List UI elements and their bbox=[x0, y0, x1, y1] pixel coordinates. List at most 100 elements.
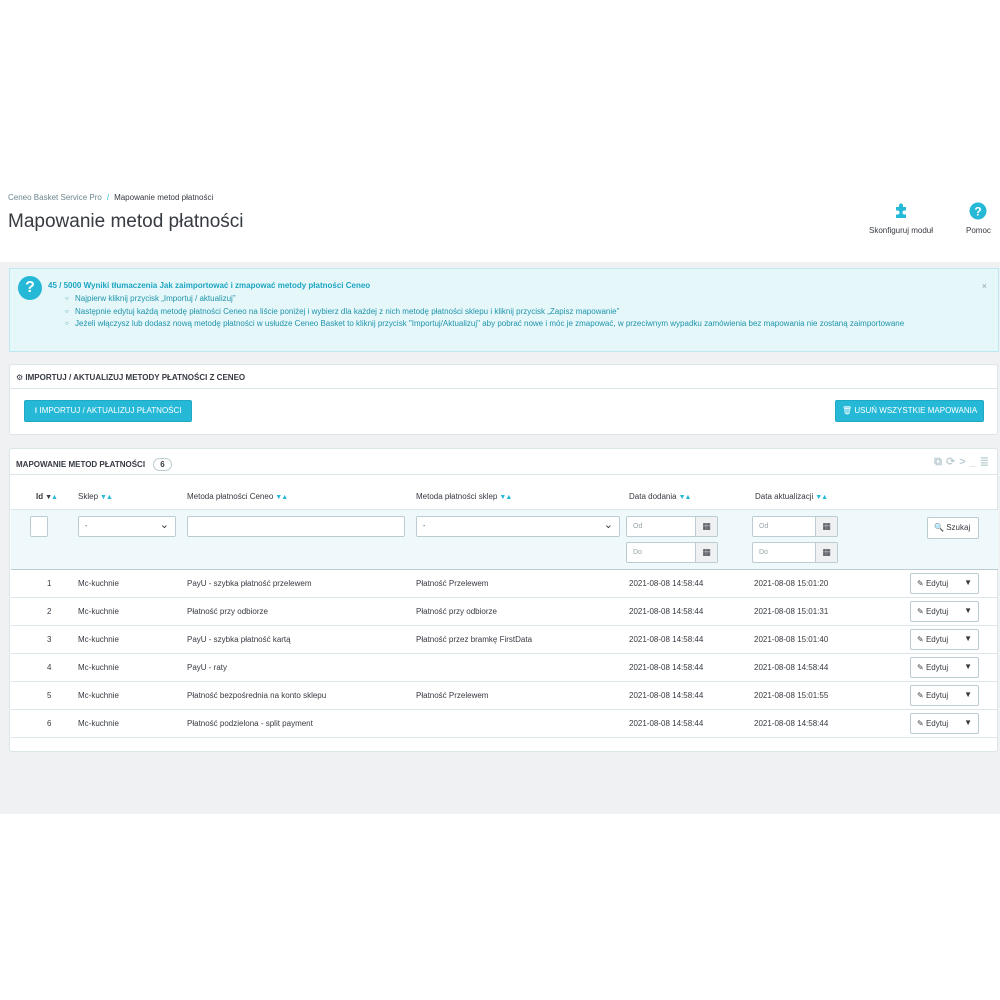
cell-id: 2 bbox=[47, 607, 52, 616]
calendar-icon[interactable]: ▦ bbox=[695, 543, 717, 562]
pencil-icon: ✎ bbox=[917, 663, 924, 672]
edit-button[interactable]: ✎ Edytuj ▼ bbox=[910, 713, 979, 734]
database-icon[interactable]: ≣ bbox=[980, 456, 993, 468]
trash-icon: 🗑 bbox=[842, 406, 853, 415]
caret-down-icon[interactable]: ▼ bbox=[964, 690, 972, 699]
table-row: 3 Mc-kuchnie PayU - szybka płatność kart… bbox=[11, 626, 998, 654]
date-updated-from-input[interactable]: Od ▦ bbox=[752, 516, 838, 537]
alert-item: Jeżeli włączysz lub dodasz nową metodę p… bbox=[65, 318, 970, 331]
cell-shop: Mc-kuchnie bbox=[78, 663, 119, 672]
mapping-panel: MAPOWANIE METOD PŁATNOŚCI 6 ⧉⟳>_≣ Id ▼▲ S… bbox=[9, 448, 998, 752]
caret-down-icon[interactable]: ▼ bbox=[964, 718, 972, 727]
delete-all-mappings-button[interactable]: 🗑 USUŃ WSZYSTKIE MAPOWANIA bbox=[835, 400, 984, 422]
shop-filter-select[interactable]: - bbox=[78, 516, 176, 537]
shop-method-filter-select[interactable]: - bbox=[416, 516, 620, 537]
caret-down-icon[interactable]: ▼ bbox=[964, 634, 972, 643]
calendar-icon[interactable]: ▦ bbox=[815, 543, 837, 562]
cell-date-added: 2021-08-08 14:58:44 bbox=[629, 635, 704, 644]
date-updated-to-input[interactable]: Do ▦ bbox=[752, 542, 838, 563]
table-row: 6 Mc-kuchnie Płatność podzielona - split… bbox=[11, 710, 998, 738]
edit-button[interactable]: ✎ Edytuj ▼ bbox=[910, 601, 979, 622]
caret-down-icon[interactable]: ▼ bbox=[964, 662, 972, 671]
question-circle-icon: ? bbox=[969, 202, 987, 220]
cell-date-updated: 2021-08-08 14:58:44 bbox=[754, 719, 829, 728]
date-added-from-input[interactable]: Od ▦ bbox=[626, 516, 718, 537]
question-circle-icon: ? bbox=[18, 276, 42, 300]
svg-text:?: ? bbox=[975, 205, 982, 219]
column-header-shop[interactable]: Sklep ▼▲ bbox=[78, 492, 113, 501]
import-button-label: IMPORTUJ / AKTUALIZUJ PŁATNOŚCI bbox=[39, 406, 182, 415]
cell-id: 3 bbox=[47, 635, 52, 644]
search-icon: 🔍 bbox=[934, 523, 944, 532]
pencil-icon: ✎ bbox=[917, 691, 924, 700]
configure-module-button[interactable]: Skonfiguruj moduł bbox=[869, 202, 933, 235]
configure-module-label: Skonfiguruj moduł bbox=[869, 226, 934, 235]
column-header-shop-method[interactable]: Metoda płatności sklep ▼▲ bbox=[416, 492, 512, 501]
caret-down-icon[interactable]: ▼ bbox=[964, 606, 972, 615]
filter-row: - - Od▦ Do▦ Od▦ Do▦ 🔍 Szukaj bbox=[11, 509, 998, 570]
search-button[interactable]: 🔍 Szukaj bbox=[927, 517, 979, 539]
breadcrumb: Ceneo Basket Service Pro / Mapowanie metod… bbox=[8, 193, 213, 202]
column-header-ceneo-method[interactable]: Metoda płatności Ceneo ▼▲ bbox=[187, 492, 288, 501]
cell-shop-method: Płatność Przelewem bbox=[416, 691, 489, 700]
count-badge: 6 bbox=[153, 458, 172, 471]
puzzle-icon bbox=[896, 203, 907, 218]
cell-date-added: 2021-08-08 14:58:44 bbox=[629, 663, 704, 672]
breadcrumb-current: Mapowanie metod płatności bbox=[114, 193, 214, 202]
cell-shop: Mc-kuchnie bbox=[78, 579, 119, 588]
cell-date-added: 2021-08-08 14:58:44 bbox=[629, 719, 704, 728]
table-row: 1 Mc-kuchnie PayU - szybka płatność prze… bbox=[11, 570, 998, 598]
cell-shop: Mc-kuchnie bbox=[78, 607, 119, 616]
cell-ceneo-method: Płatność podzielona - split payment bbox=[187, 719, 313, 728]
ceneo-method-filter-input[interactable] bbox=[187, 516, 405, 537]
import-update-button[interactable]: ⭱ IMPORTUJ / AKTUALIZUJ PŁATNOŚCI bbox=[24, 400, 192, 422]
cell-id: 5 bbox=[47, 691, 52, 700]
cell-date-updated: 2021-08-08 15:01:40 bbox=[754, 635, 829, 644]
caret-down-icon[interactable]: ▼ bbox=[964, 578, 972, 587]
column-header-date-added[interactable]: Data dodania ▼▲ bbox=[629, 492, 691, 501]
cell-shop-method: Płatność przy odbiorze bbox=[416, 607, 497, 616]
export-icon[interactable]: ⧉ bbox=[934, 456, 946, 468]
panel-tools: ⧉⟳>_≣ bbox=[934, 455, 993, 469]
pencil-icon: ✎ bbox=[917, 579, 924, 588]
cell-id: 4 bbox=[47, 663, 52, 672]
cell-date-updated: 2021-08-08 14:58:44 bbox=[754, 663, 829, 672]
refresh-icon[interactable]: ⟳ bbox=[946, 456, 959, 468]
edit-button[interactable]: ✎ Edytuj ▼ bbox=[910, 685, 979, 706]
close-icon[interactable]: × bbox=[982, 281, 987, 291]
pencil-icon: ✎ bbox=[917, 719, 924, 728]
cogs-icon: ⚙ bbox=[16, 373, 24, 382]
breadcrumb-separator: / bbox=[106, 193, 110, 202]
cell-date-added: 2021-08-08 14:58:44 bbox=[629, 691, 704, 700]
edit-button[interactable]: ✎ Edytuj ▼ bbox=[910, 629, 979, 650]
calendar-icon[interactable]: ▦ bbox=[695, 517, 717, 536]
column-header-id[interactable]: Id ▼▲ bbox=[36, 492, 58, 501]
page-title: Mapowanie metod płatności bbox=[8, 211, 244, 232]
info-alert: ? × 45 / 5000 Wyniki tłumaczenia Jak zai… bbox=[9, 268, 999, 352]
cell-id: 6 bbox=[47, 719, 52, 728]
help-button[interactable]: ? Pomoc bbox=[966, 202, 991, 235]
delete-button-label: USUŃ WSZYSTKIE MAPOWANIA bbox=[854, 406, 978, 415]
cell-ceneo-method: Płatność bezpośrednia na konto sklepu bbox=[187, 691, 327, 700]
upload-icon: ⭱ bbox=[34, 406, 38, 415]
alert-item: Najpierw kliknij przycisk „Importuj / ak… bbox=[65, 293, 970, 306]
edit-button[interactable]: ✎ Edytuj ▼ bbox=[910, 657, 979, 678]
edit-button[interactable]: ✎ Edytuj ▼ bbox=[910, 573, 979, 594]
alert-list: Najpierw kliknij przycisk „Importuj / ak… bbox=[65, 293, 970, 331]
cell-shop: Mc-kuchnie bbox=[78, 691, 119, 700]
cell-shop-method: Płatność przez bramkę FirstData bbox=[416, 635, 533, 644]
sql-icon[interactable]: >_ bbox=[959, 456, 980, 468]
calendar-icon[interactable]: ▦ bbox=[815, 517, 837, 536]
cell-shop-method: Płatność Przelewem bbox=[416, 579, 489, 588]
cell-date-updated: 2021-08-08 15:01:55 bbox=[754, 691, 829, 700]
table-row: 5 Mc-kuchnie Płatność bezpośrednia na ko… bbox=[11, 682, 998, 710]
cell-date-updated: 2021-08-08 15:01:20 bbox=[754, 579, 829, 588]
mapping-panel-heading: MAPOWANIE METOD PŁATNOŚCI 6 ⧉⟳>_≣ bbox=[10, 449, 997, 475]
id-filter-input[interactable] bbox=[30, 516, 48, 537]
date-added-to-input[interactable]: Do ▦ bbox=[626, 542, 718, 563]
column-header-date-updated[interactable]: Data aktualizacji ▼▲ bbox=[755, 492, 828, 501]
cell-shop: Mc-kuchnie bbox=[78, 635, 119, 644]
cell-id: 1 bbox=[47, 579, 52, 588]
alert-title: 45 / 5000 Wyniki tłumaczenia Jak zaimpor… bbox=[48, 281, 371, 290]
breadcrumb-parent[interactable]: Ceneo Basket Service Pro bbox=[8, 193, 102, 202]
